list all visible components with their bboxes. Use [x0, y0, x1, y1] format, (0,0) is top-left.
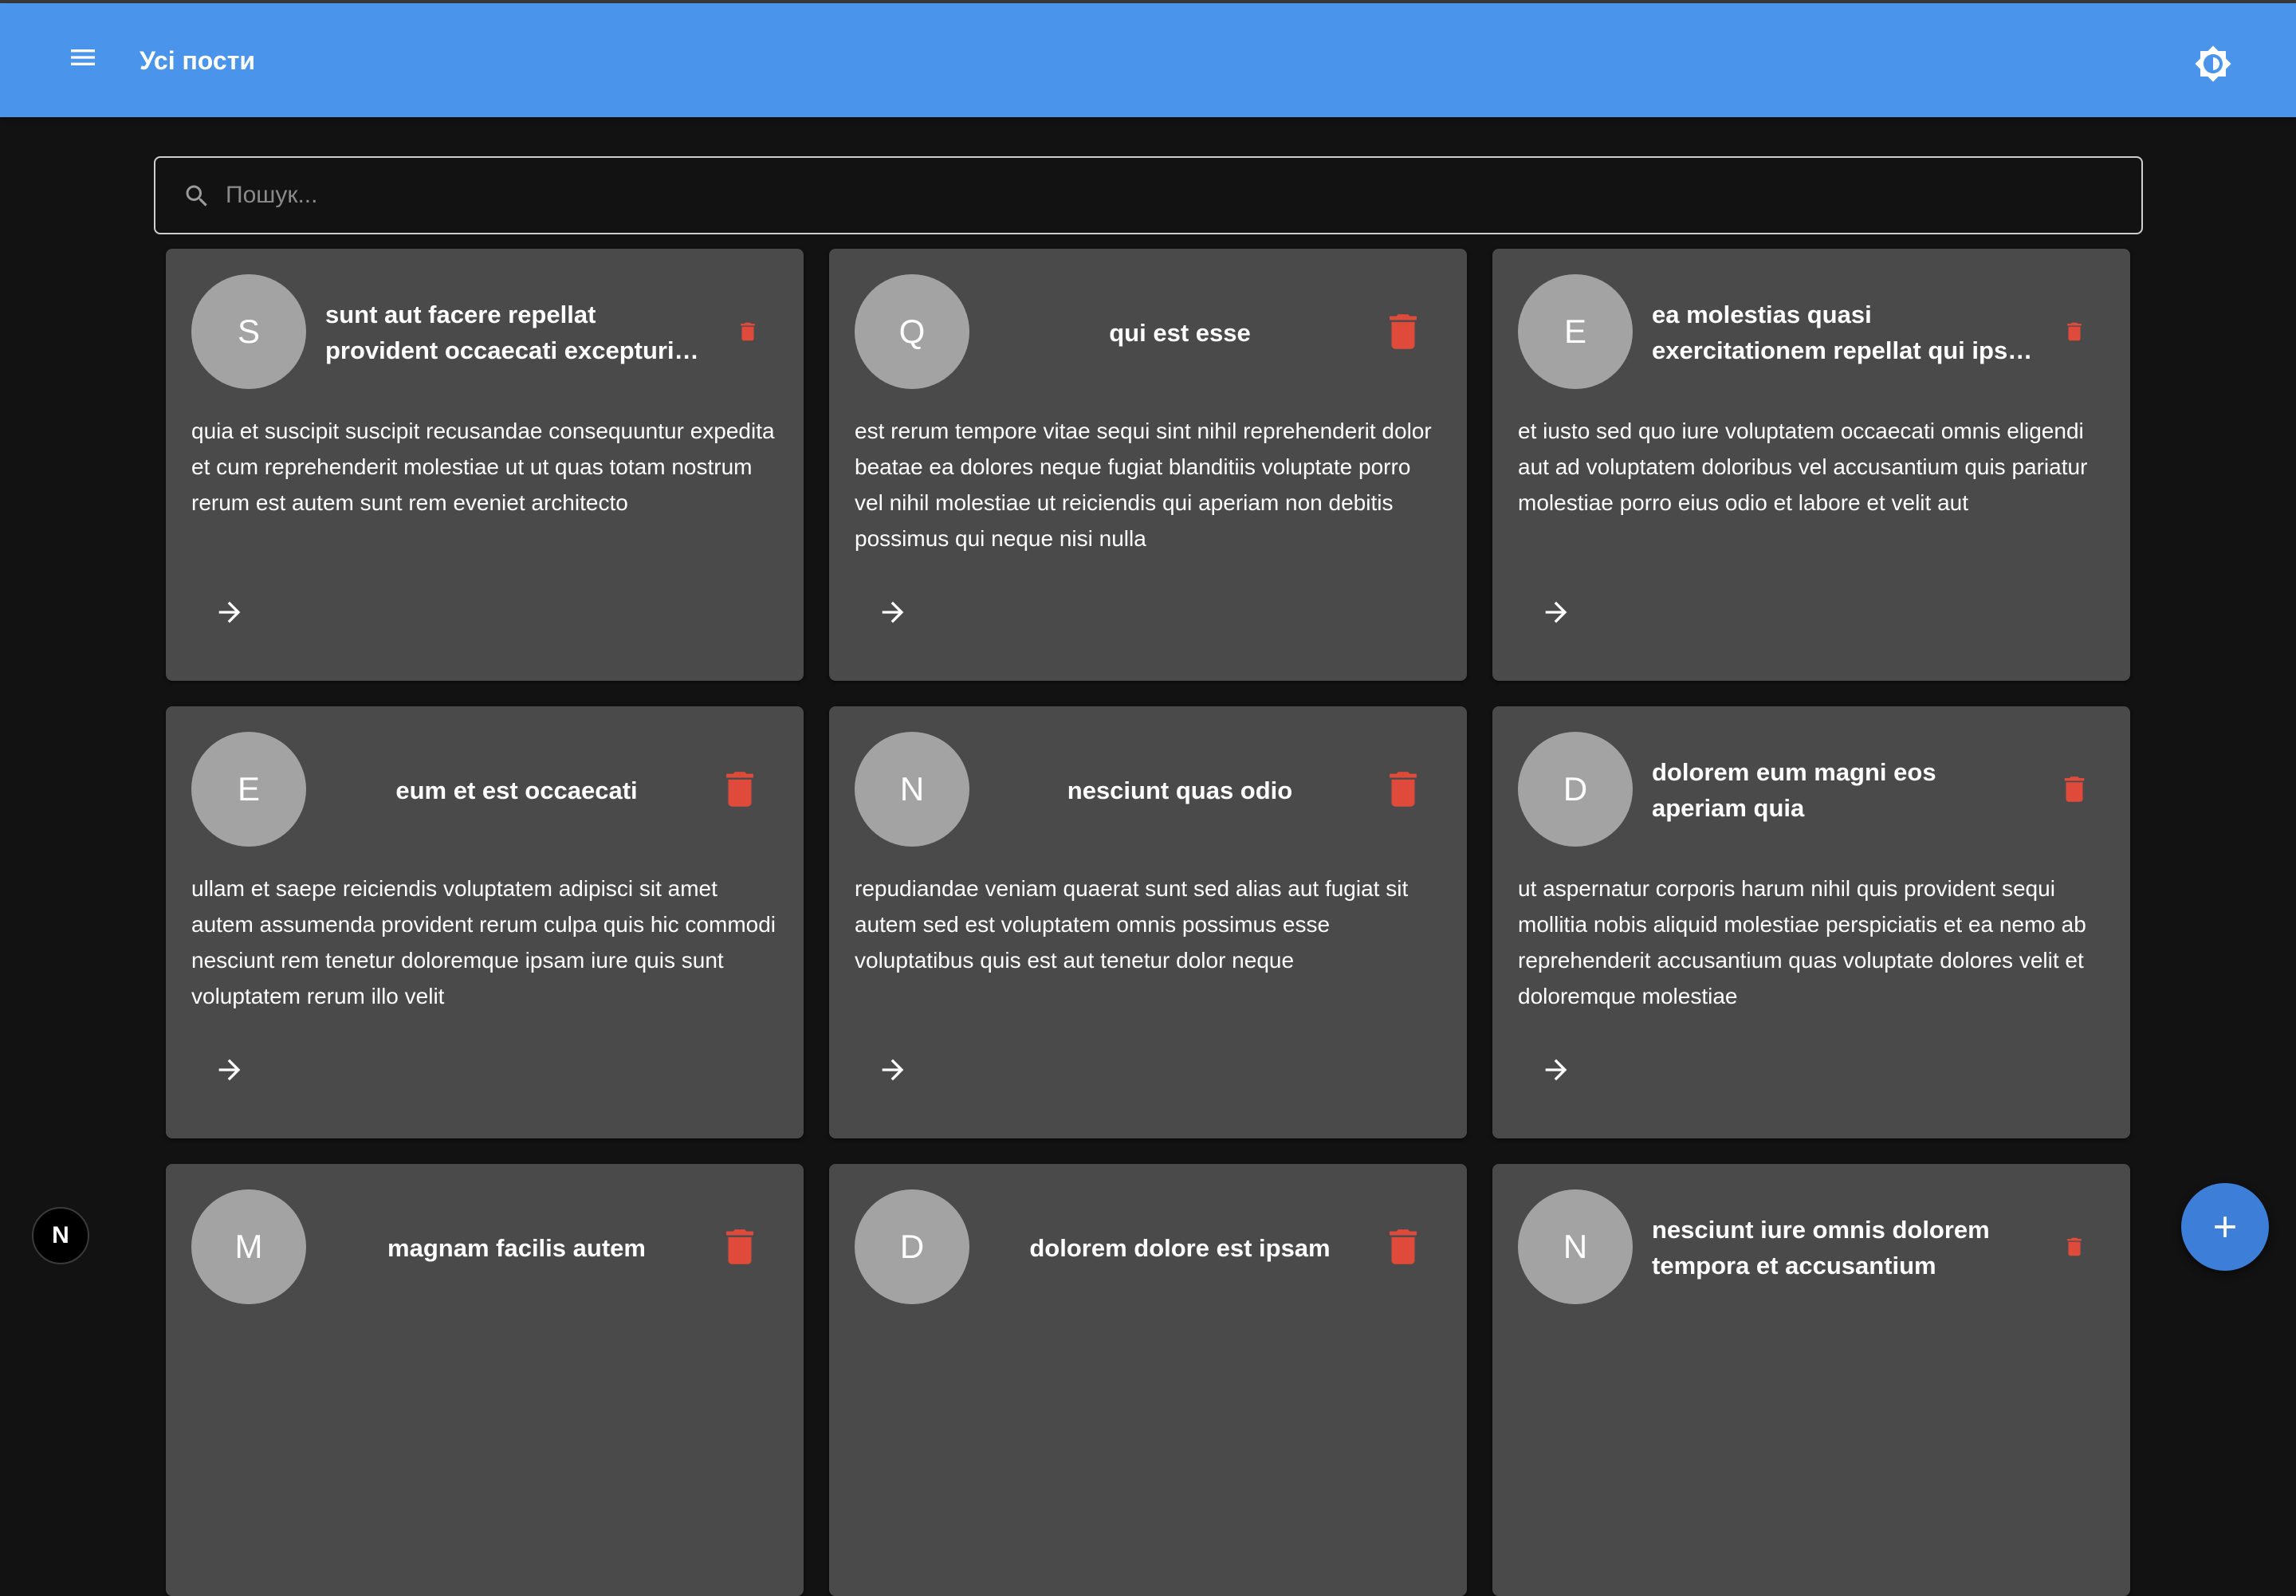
avatar: N: [1518, 1189, 1633, 1304]
delete-button[interactable]: [2042, 300, 2106, 364]
avatar: N: [855, 732, 969, 847]
nextjs-dev-badge[interactable]: N: [32, 1207, 89, 1264]
menu-icon: [71, 49, 95, 65]
post-card: N nesciunt iure omnis dolorem tempora et…: [1492, 1164, 2130, 1596]
delete-button[interactable]: [1371, 1215, 1435, 1279]
post-title: eum et est occaecati: [325, 750, 708, 830]
theme-toggle-button[interactable]: [2189, 40, 2237, 88]
avatar: E: [1518, 274, 1633, 389]
post-body: ut aspernatur corporis harum nihil quis …: [1518, 876, 2086, 1008]
post-title: dolorem dolore est ipsam: [989, 1208, 1371, 1287]
avatar: D: [855, 1189, 969, 1304]
delete-button[interactable]: [1371, 300, 1435, 364]
open-post-button[interactable]: [864, 1041, 922, 1099]
post-title: qui est esse: [989, 293, 1371, 372]
delete-icon: [1390, 772, 1417, 807]
delete-button[interactable]: [2042, 1215, 2106, 1279]
delete-button[interactable]: [1371, 757, 1435, 821]
post-card: D dolorem eum magni eos aperiam quia ut …: [1492, 706, 2130, 1138]
delete-icon: [726, 1229, 753, 1264]
avatar: Q: [855, 274, 969, 389]
delete-icon: [1390, 314, 1417, 349]
posts-grid: S sunt aut facere repellat provident occ…: [166, 249, 2130, 1596]
open-post-button[interactable]: [1527, 584, 1585, 641]
avatar: S: [191, 274, 306, 389]
fab-container: [2181, 1183, 2296, 1271]
menu-button[interactable]: [61, 35, 105, 80]
post-title-text: nesciunt iure omnis dolorem tempora et a…: [1652, 1216, 1990, 1280]
post-title-text: eum et est occaecati: [395, 776, 638, 804]
search-input[interactable]: [226, 169, 2123, 222]
arrow-right-icon: [218, 1059, 241, 1081]
delete-button[interactable]: [708, 757, 772, 821]
open-post-button[interactable]: [201, 1041, 258, 1099]
search-field[interactable]: [154, 156, 2143, 234]
post-card: D dolorem dolore est ipsam: [829, 1164, 1467, 1596]
delete-icon: [2064, 776, 2085, 802]
brightness-icon: [2195, 45, 2231, 82]
delete-button[interactable]: [716, 300, 780, 364]
delete-icon: [726, 772, 753, 807]
post-title-text: nesciunt quas odio: [1067, 776, 1293, 804]
post-title: nesciunt quas odio: [989, 750, 1371, 830]
post-card: S sunt aut facere repellat provident occ…: [166, 249, 804, 681]
post-card: N nesciunt quas odio repudiandae veniam …: [829, 706, 1467, 1138]
delete-icon: [1390, 1229, 1417, 1264]
delete-button[interactable]: [708, 1215, 772, 1279]
plus-icon: [2215, 1217, 2235, 1237]
delete-button[interactable]: [2042, 757, 2106, 821]
post-card: E ea molestias quasi exercitationem repe…: [1492, 249, 2130, 681]
open-post-button[interactable]: [201, 584, 258, 641]
page-title: Усі пости: [140, 46, 256, 75]
delete-icon: [741, 322, 755, 341]
avatar: M: [191, 1189, 306, 1304]
open-post-button[interactable]: [864, 584, 922, 641]
post-card: E eum et est occaecati ullam et saepe re…: [166, 706, 804, 1138]
post-title-text: sunt aut facere repellat provident occae…: [325, 301, 674, 364]
post-body: et iusto sed quo iure voluptatem occaeca…: [1518, 419, 2088, 515]
delete-icon: [2067, 322, 2082, 341]
avatar: E: [191, 732, 306, 847]
arrow-right-icon: [882, 1059, 904, 1081]
post-title: magnam facilis autem: [325, 1208, 708, 1287]
delete-icon: [2067, 1237, 2082, 1256]
post-title-text: qui est esse: [1109, 318, 1251, 347]
app-bar: Усі пости: [0, 3, 2296, 117]
arrow-right-icon: [1545, 601, 1567, 623]
add-post-button[interactable]: [2181, 1183, 2269, 1271]
post-title-text: dolorem eum magni eos aperiam quia: [1652, 758, 1936, 822]
search-icon: [186, 185, 207, 206]
post-card: M magnam facilis autem: [166, 1164, 804, 1596]
post-title-text: dolorem dolore est ipsam: [1029, 1233, 1331, 1262]
post-title: dolorem eum magni eos aperiam quia: [1652, 750, 2035, 830]
post-title-text: magnam facilis autem: [387, 1233, 646, 1262]
post-body: ullam et saepe reiciendis voluptatem adi…: [191, 876, 776, 1008]
post-card: Q qui est esse est rerum tempore vitae s…: [829, 249, 1467, 681]
arrow-right-icon: [218, 601, 241, 623]
open-post-button[interactable]: [1527, 1041, 1585, 1099]
post-body: est rerum tempore vitae sequi sint nihil…: [855, 419, 1432, 551]
post-body: repudiandae veniam quaerat sunt sed alia…: [855, 876, 1409, 973]
avatar: D: [1518, 732, 1633, 847]
post-title: nesciunt iure omnis dolorem tempora et a…: [1652, 1208, 2035, 1287]
post-body: quia et suscipit suscipit recusandae con…: [191, 419, 775, 515]
arrow-right-icon: [1545, 1059, 1567, 1081]
post-title: sunt aut facere repellat provident occae…: [325, 293, 708, 372]
arrow-right-icon: [882, 601, 904, 623]
post-title-text: ea molestias quasi exercitationem repell…: [1652, 301, 2022, 364]
post-title: ea molestias quasi exercitationem repell…: [1652, 293, 2035, 372]
